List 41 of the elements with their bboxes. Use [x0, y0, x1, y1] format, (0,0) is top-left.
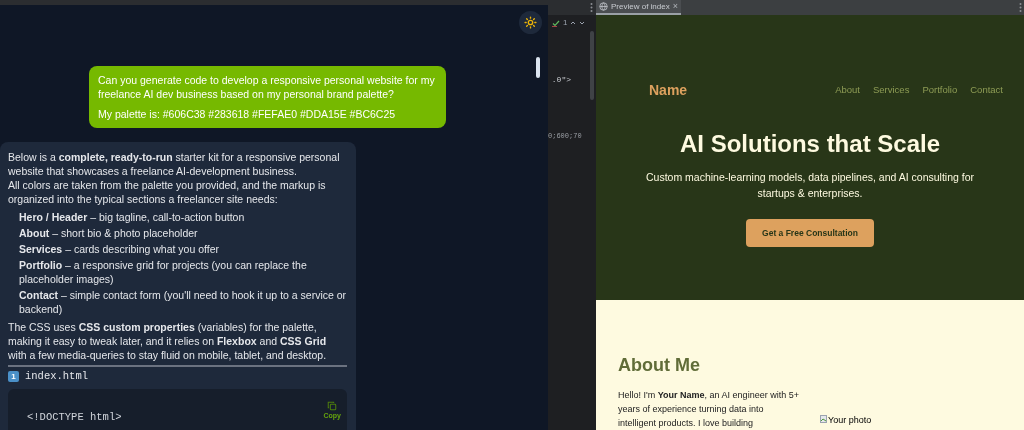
cta-button[interactable]: Get a Free Consultation — [746, 219, 874, 247]
nav-link[interactable]: Contact — [970, 83, 1003, 98]
nav-link[interactable]: Services — [872, 83, 910, 98]
image-alt-text: Your photo — [828, 415, 872, 426]
answer-paragraph: Below is a complete, ready-to-run starter kit for a responsive personal website that showcases a freelance AI-development business. — [8, 150, 341, 178]
section-heading: About Me — [618, 354, 701, 376]
more-icon[interactable] — [1019, 3, 1022, 12]
list-item: Portfolio – a responsive grid for projects (you can replace the placeholder images) — [19, 258, 308, 286]
nav-link[interactable]: Portfolio — [922, 83, 958, 98]
scrollbar-thumb[interactable] — [536, 57, 540, 78]
list-item: About – short bio & photo placeholder — [19, 226, 199, 240]
answer-paragraph: All colors are taken from the palette you provided, and the markup is organized into the typical sections a freelancer site needs: — [8, 178, 327, 206]
keycap-number: 1 — [8, 370, 19, 382]
editor-scrollbar[interactable] — [590, 31, 594, 100]
problem-count: 1 — [563, 17, 568, 29]
preview-tab[interactable]: Preview of index × — [596, 0, 681, 15]
list-item: Contact – simple contact form (you'll need to hook it up to a service or backend) — [19, 288, 347, 316]
copy-icon — [327, 401, 338, 411]
theme-toggle-button[interactable] — [519, 11, 542, 34]
tab-label: Preview of index — [611, 0, 670, 13]
check-icon[interactable] — [552, 19, 560, 27]
file-heading: index.html — [25, 369, 88, 383]
code-line: .0"> — [551, 74, 572, 86]
about-paragraph: Hello! I'm Your Name, an AI engineer with 5+ years of experience turning data into intelligent products. I love building — [618, 389, 800, 430]
sun-icon — [524, 16, 537, 29]
nav-link[interactable]: About — [835, 83, 860, 98]
message-text: My palette is: #606C38 #283618 #FEFAE0 #DDA15E #BC6C25 — [98, 107, 397, 121]
more-icon[interactable] — [590, 3, 593, 12]
list-item: Services – cards describing what you offer — [19, 242, 221, 256]
globe-icon — [599, 2, 608, 11]
hero-subtitle: Custom machine-learning models, data pipelines, and AI consulting for startups & enterprises. — [645, 170, 975, 201]
code-line: <!DOCTYPE html> — [27, 410, 122, 424]
message-text: Can you generate code to develop a responsive personal website for my freelance AI dev business based on my personal brand palette? — [98, 73, 436, 101]
brand-name: Name — [649, 81, 688, 100]
chevron-down-icon[interactable] — [579, 20, 586, 26]
list-item: Hero / Header – big tagline, call-to-action button — [19, 210, 246, 224]
chevron-up-icon[interactable] — [570, 20, 577, 26]
answer-paragraph: The CSS uses CSS custom properties (variables) for the palette, making it easy to tweak later, and it relies on Flexbox and CSS Grid with a few media-queries to stay fluid on mobile, tablet, and desktop. — [8, 320, 328, 362]
hero-title: AI Solutions that Scale — [678, 129, 941, 159]
close-icon[interactable]: × — [672, 0, 678, 14]
broken-image-icon — [820, 415, 827, 423]
